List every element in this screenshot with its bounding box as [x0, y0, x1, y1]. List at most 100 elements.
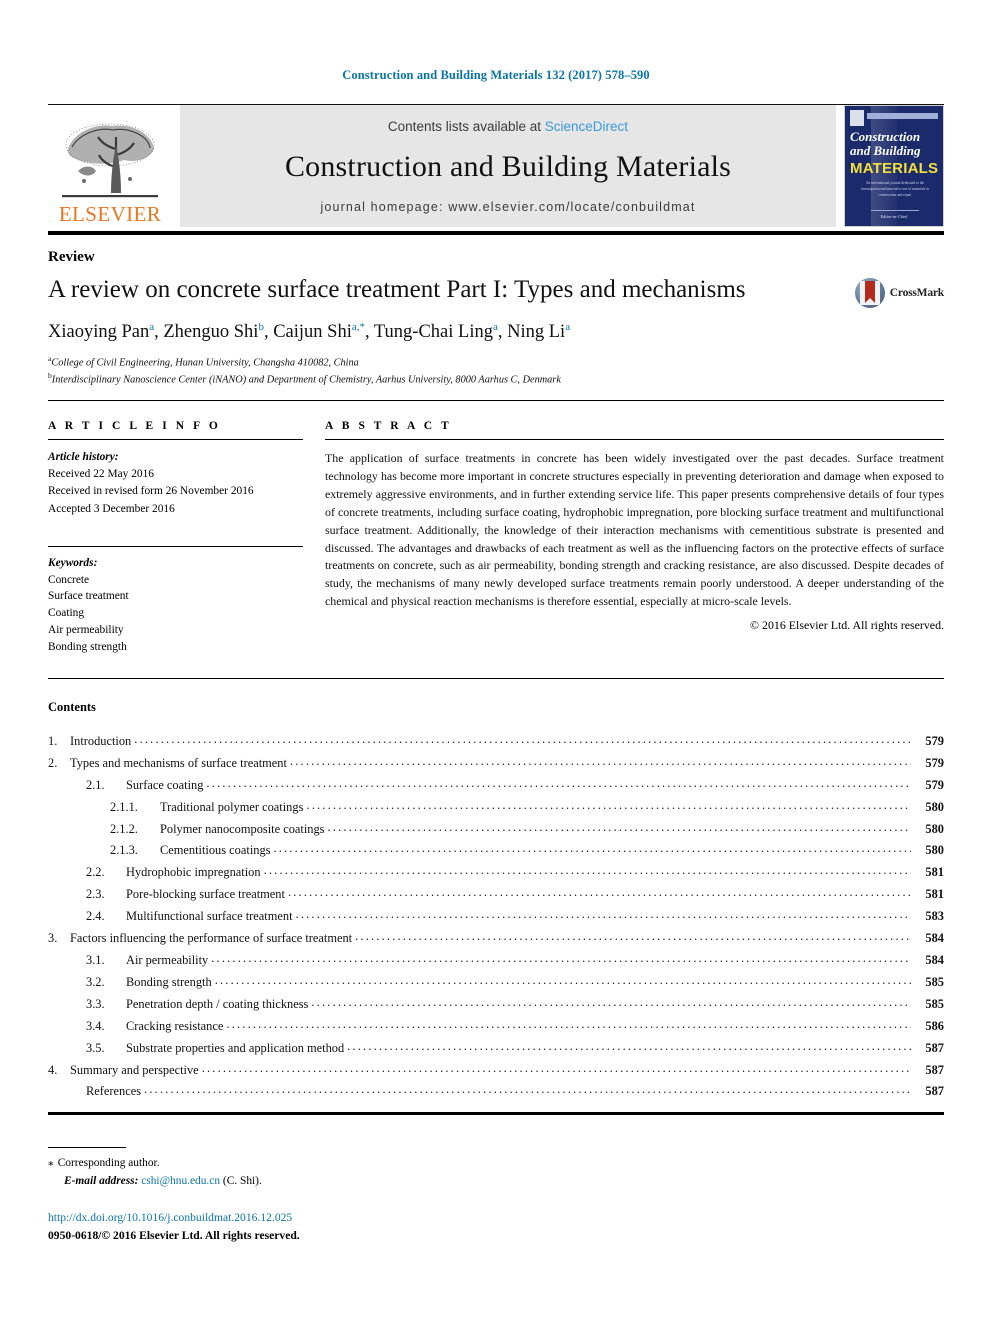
contents-entry-number: 1. — [48, 733, 58, 748]
keywords-label: Keywords: — [48, 556, 98, 569]
article-history-item: Accepted 3 December 2016 — [48, 502, 175, 515]
author-name: Zhenguo Shi — [163, 322, 259, 343]
contents-entry-page: 581 — [925, 865, 944, 880]
contents-entry[interactable]: 2.1. Surface coating.....................… — [48, 777, 944, 791]
corresponding-author-text: Corresponding author. — [57, 1157, 160, 1169]
contents-leader-dots: ........................................… — [311, 995, 911, 1009]
journal-masthead: ELSEVIER Contents lists available at Sci… — [48, 104, 944, 227]
contents-entry[interactable]: 2.1.2. Polymer nanocomposite coatings....… — [48, 821, 944, 835]
elsevier-logo: ELSEVIER — [48, 105, 172, 227]
contents-entry[interactable]: 3.2. Bonding strength....................… — [48, 974, 944, 988]
contents-entry[interactable]: 2.1.3. Cementitious coatings.............… — [48, 842, 944, 856]
contents-bottom-rule — [48, 1111, 944, 1115]
contents-entry-page: 584 — [925, 952, 944, 967]
contents-entry-page: 587 — [925, 1084, 944, 1099]
article-type: Review — [48, 249, 95, 265]
keyword-item: Air permeability — [48, 624, 124, 637]
doi-link[interactable]: http://dx.doi.org/10.1016/j.conbuildmat.… — [48, 1209, 944, 1226]
contents-entry[interactable]: 1. Introduction..........................… — [48, 733, 944, 747]
author-affiliation-marker: a — [565, 321, 571, 333]
article-first-page: Construction and Building Materials 132 … — [0, 0, 992, 1323]
contents-entry-page: 579 — [925, 755, 944, 770]
contents-entry-label: Hydrophobic impregnation — [126, 865, 261, 880]
article-history-label: Article history: — [48, 451, 119, 464]
article-info-column: A R T I C L E I N F O Article history: R… — [48, 420, 325, 656]
journal-title: Construction and Building Materials — [284, 150, 732, 183]
corresponding-author-line: ⁎ Corresponding author. — [48, 1155, 944, 1173]
contents-entry[interactable]: 4. Summary and perspective...............… — [48, 1062, 944, 1076]
article-head-rule — [48, 400, 944, 402]
contents-entry[interactable]: 3.3. Penetration depth / coating thicknes… — [48, 996, 944, 1010]
keywords-rule — [48, 545, 303, 547]
crossmark-badge[interactable]: CrossMark — [854, 276, 944, 308]
contents-entry[interactable]: 2.2. Hydrophobic impregnation............… — [48, 864, 944, 878]
contents-entry[interactable]: 3.4. Cracking resistance.................… — [48, 1018, 944, 1032]
article-history-items: Received 22 May 2016 Received in revised … — [48, 466, 303, 517]
contents-leader-dots: ........................................… — [355, 930, 911, 943]
article-info-rule — [48, 439, 303, 441]
doi-block: http://dx.doi.org/10.1016/j.conbuildmat.… — [48, 1209, 944, 1244]
contents-entry-page: 584 — [925, 931, 944, 946]
contents-entry-label: Factors influencing the performance of s… — [70, 931, 353, 946]
cover-title-line-2: and Building — [850, 143, 921, 158]
contents-entry[interactable]: 2.4. Multifunctional surface treatment...… — [48, 908, 944, 922]
abstract-column: A B S T R A C T The application of surfa… — [325, 420, 944, 656]
contents-leader-dots: ........................................… — [273, 842, 911, 855]
contents-entry[interactable]: 2.3. Pore-blocking surface treatment.....… — [48, 886, 944, 900]
affiliation-marker: a — [48, 354, 52, 364]
email-label: E-mail address: — [64, 1174, 139, 1187]
contents-entry-page: 585 — [925, 996, 944, 1011]
contents-entry-number: 3.5. — [86, 1040, 105, 1055]
contents-leader-dots: ........................................… — [144, 1083, 911, 1096]
affiliation-item: bInterdisciplinary Nanoscience Center (i… — [48, 371, 561, 386]
contents-entry-number: 2.1.3. — [110, 843, 138, 858]
email-link[interactable]: cshi@hnu.edu.cn — [141, 1175, 220, 1187]
contents-entry-label: Summary and perspective — [70, 1062, 199, 1077]
sciencedirect-link[interactable]: ScienceDirect — [545, 119, 628, 134]
author-name: Tung-Chai Ling — [373, 322, 493, 343]
author-name: Ning Li — [507, 322, 566, 343]
running-head: Construction and Building Materials 132 … — [342, 68, 650, 82]
journal-homepage-link[interactable]: journal homepage: www.elsevier.com/locat… — [320, 200, 695, 214]
contents-entry-label: References — [86, 1084, 142, 1099]
table-of-contents: 1. Introduction..........................… — [48, 733, 944, 1098]
author-affiliation-marker: a,* — [351, 321, 365, 333]
elsevier-wordmark: ELSEVIER — [58, 202, 162, 226]
contents-entry-label: Cementitious coatings — [160, 843, 271, 858]
cover-title-line-3: MATERIALS — [850, 160, 939, 177]
contents-entry-number: 3.2. — [86, 974, 105, 989]
contents-entry[interactable]: 3. Factors influencing the performance of… — [48, 930, 944, 944]
contents-entry-page: 587 — [925, 1062, 944, 1077]
contents-leader-dots: ........................................… — [295, 908, 911, 921]
abstract-text: The application of surface treatments in… — [325, 451, 944, 609]
contents-entry[interactable]: References..............................… — [48, 1083, 944, 1097]
cover-title-line-1: Construction — [850, 129, 921, 144]
contents-entry-number: 3. — [48, 931, 58, 946]
article-history-item: Received in revised form 26 November 201… — [48, 485, 254, 498]
abstract-rule — [325, 439, 944, 441]
contents-entry-number: 2.1.2. — [110, 821, 138, 836]
contents-entry-number: 3.4. — [86, 1018, 105, 1033]
contents-entry[interactable]: 3.5. Substrate properties and application… — [48, 1040, 944, 1054]
contents-leader-dots: ........................................… — [327, 820, 912, 833]
contents-entry-number: 2.2. — [86, 865, 105, 880]
contents-entry-page: 587 — [925, 1040, 944, 1055]
article-history-block: Article history: Received 22 May 2016 Rec… — [48, 449, 303, 517]
contents-entry[interactable]: 2.1.1. Traditional polymer coatings......… — [48, 799, 944, 813]
contents-leader-dots: ........................................… — [226, 1017, 911, 1031]
contents-leader-dots: ........................................… — [134, 732, 911, 746]
contents-entry-page: 586 — [925, 1018, 944, 1033]
contents-entry[interactable]: 2. Types and mechanisms of surface treatm… — [48, 755, 944, 769]
abstract-copyright: © 2016 Elsevier Ltd. All rights reserved… — [750, 617, 944, 632]
keyword-item: Bonding strength — [48, 641, 127, 654]
contents-entry[interactable]: 3.1. Air permeability....................… — [48, 952, 944, 966]
crossmark-label: CrossMark — [889, 287, 944, 299]
contents-entry-number: 2.1.1. — [110, 799, 138, 814]
info-abstract-columns: A R T I C L E I N F O Article history: R… — [48, 420, 944, 656]
contents-leader-dots: ........................................… — [263, 864, 911, 877]
contents-entry-label: Traditional polymer coatings — [160, 799, 304, 814]
author-name: Xiaoying Pan — [48, 322, 150, 343]
contents-leader-dots: ........................................… — [201, 1061, 911, 1074]
contents-leader-dots: ........................................… — [214, 973, 911, 987]
cover-footer-text: Editor-in-Chief — [880, 214, 908, 219]
